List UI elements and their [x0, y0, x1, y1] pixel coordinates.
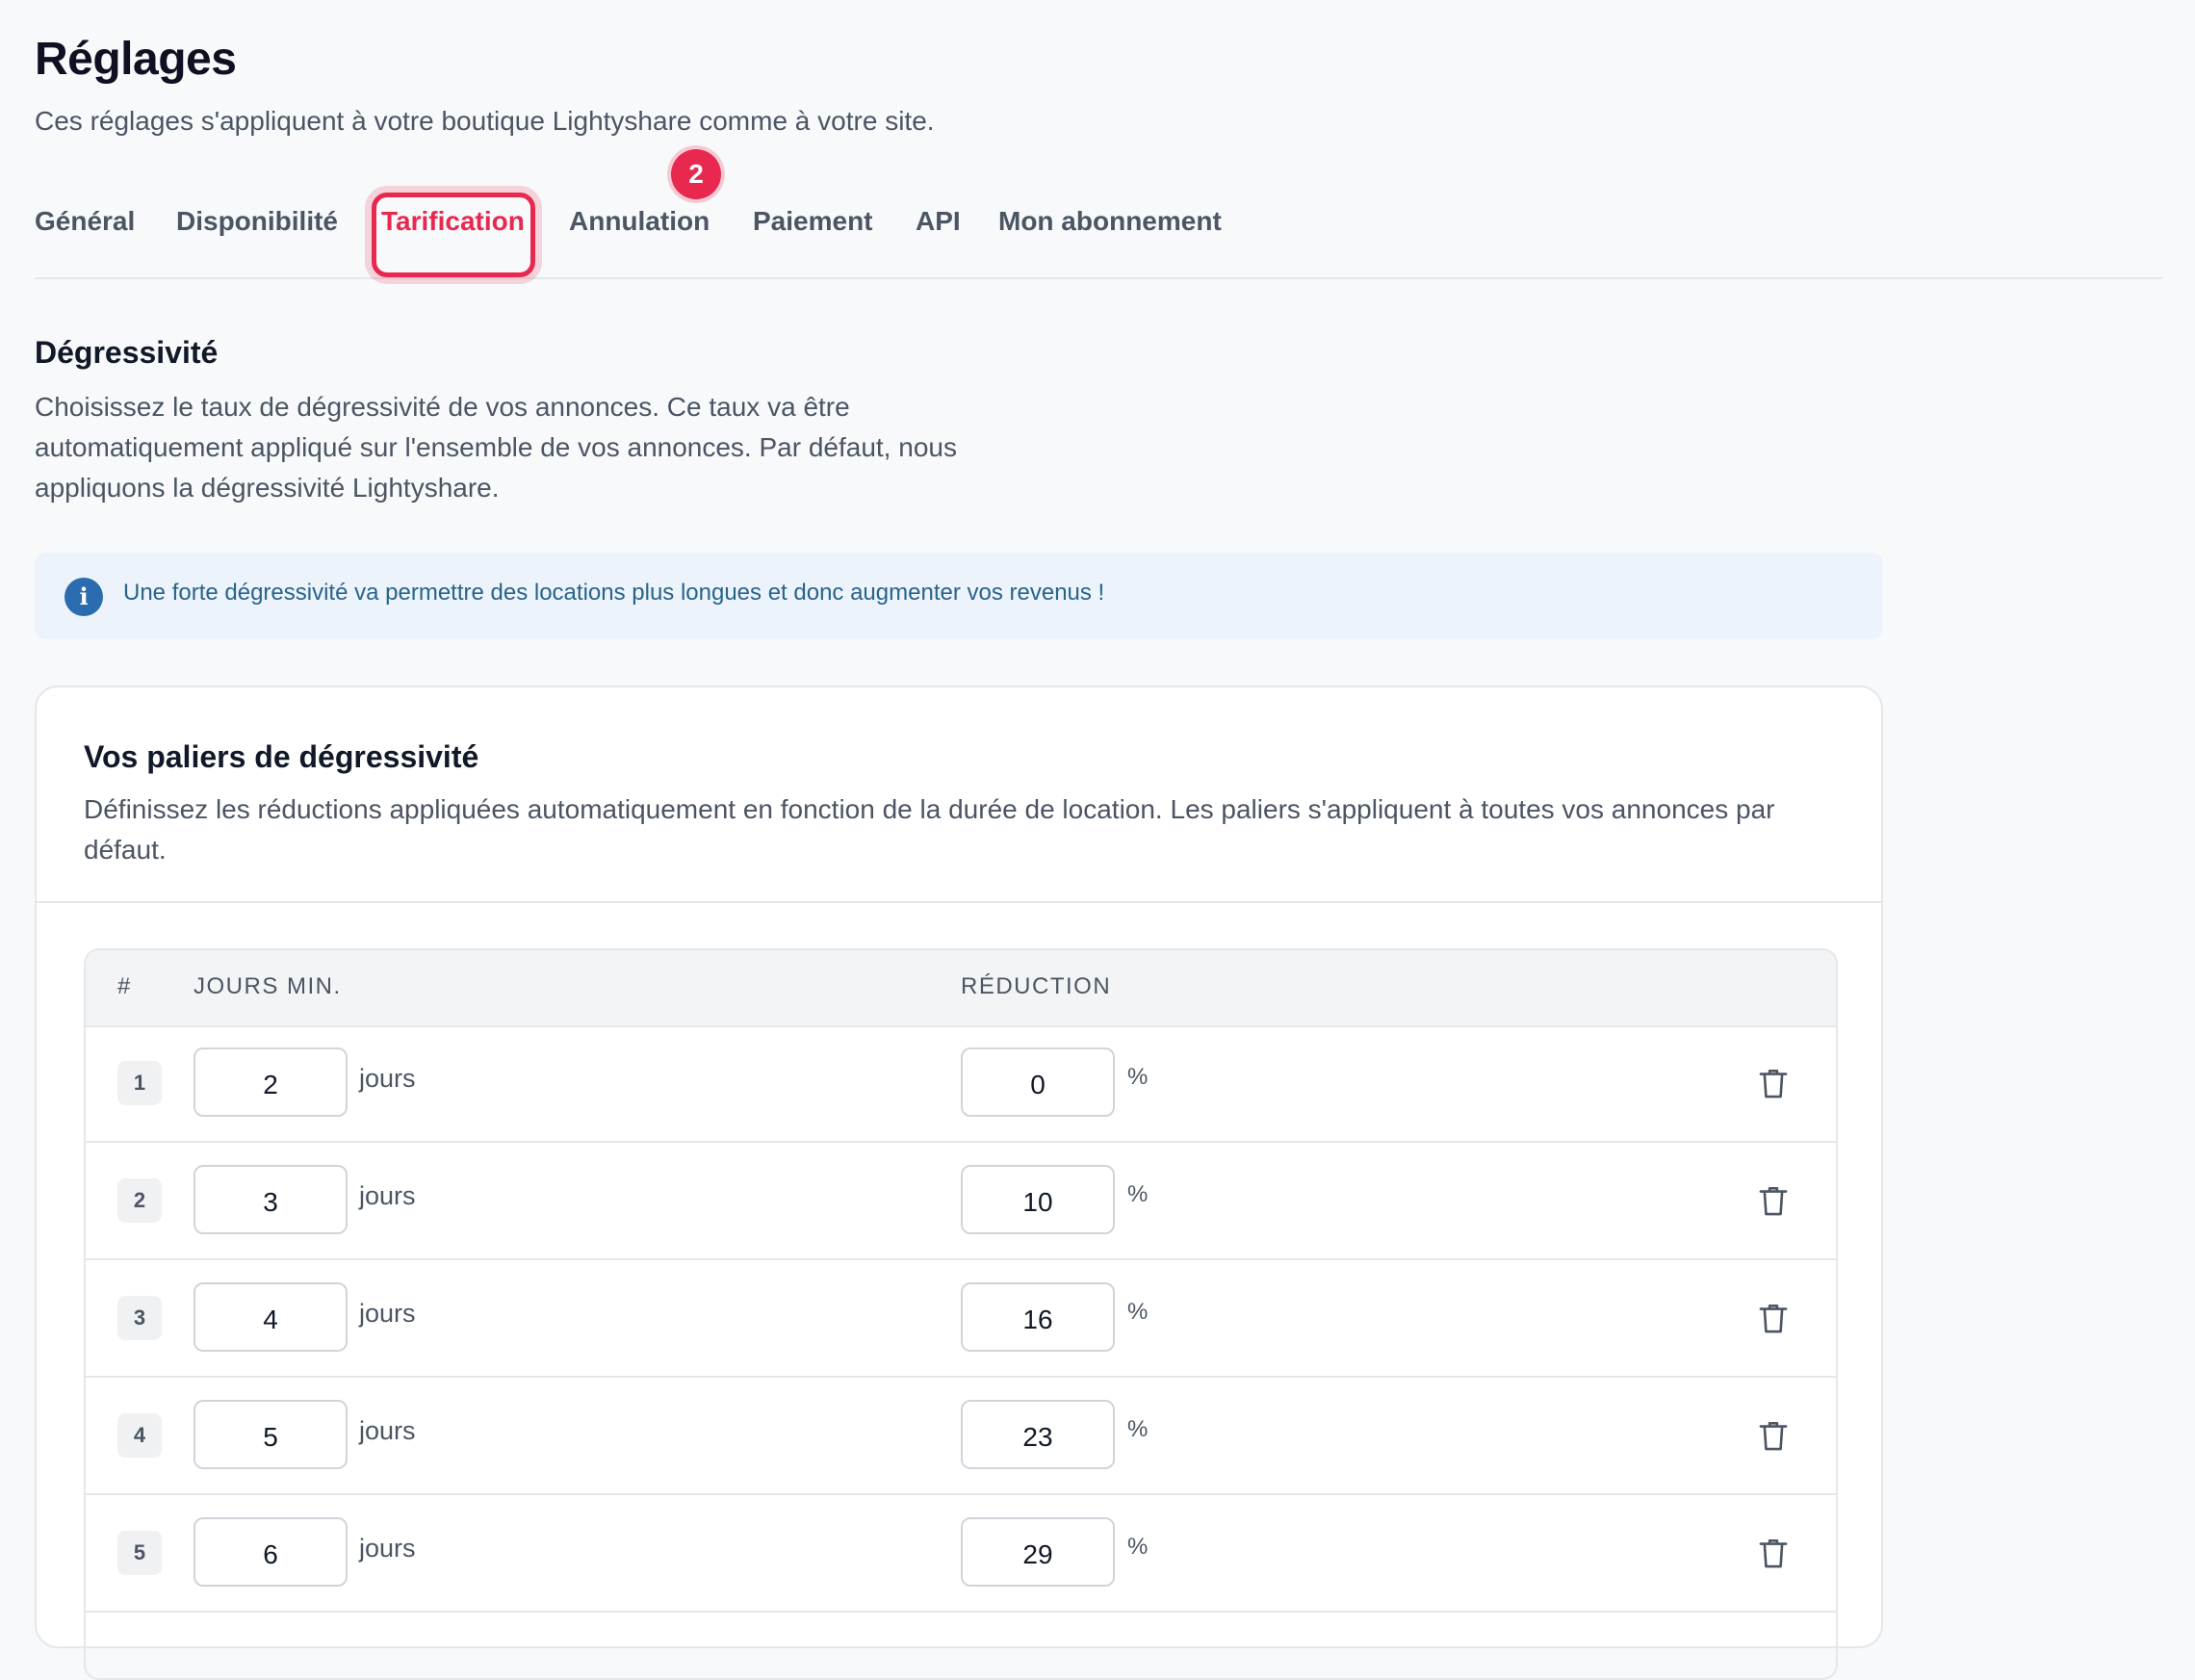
tiers-table: # JOURS MIN. RÉDUCTION 1 jours % 2 jours…: [84, 948, 1838, 1680]
section-title: Dégressivité: [35, 335, 219, 370]
days-unit-label: jours: [359, 1534, 416, 1563]
days-unit-label: jours: [359, 1416, 416, 1445]
tab-api[interactable]: API: [916, 206, 961, 237]
tiers-card-description: Définissez les réductions appliquées aut…: [84, 794, 1775, 865]
trash-icon[interactable]: [1758, 1303, 1789, 1335]
percent-unit-label: %: [1127, 1416, 1149, 1442]
table-row: 1 jours %: [86, 1025, 1836, 1143]
tab-disponibilite[interactable]: Disponibilité: [176, 206, 338, 237]
page-subtitle: Ces réglages s'appliquent à votre boutiq…: [35, 106, 935, 136]
table-row: 4 jours %: [86, 1378, 1836, 1495]
row-number: 4: [117, 1413, 162, 1458]
section-description: Choisissez le taux de dégressivité de vo…: [35, 392, 957, 503]
tiers-card-title: Vos paliers de dégressivité: [84, 739, 479, 774]
days-unit-label: jours: [359, 1181, 416, 1210]
tiers-card: Vos paliers de dégressivité Définissez l…: [35, 685, 1883, 1680]
reduction-input[interactable]: [961, 1165, 1115, 1234]
info-icon: i: [65, 578, 103, 616]
page-title: Réglages: [35, 34, 237, 85]
percent-unit-label: %: [1127, 1534, 1149, 1560]
info-banner: i Une forte dégressivité va permettre de…: [35, 553, 1883, 639]
column-header-num: #: [117, 973, 132, 999]
step-badge: 2: [671, 149, 721, 199]
min-days-input[interactable]: [194, 1282, 348, 1352]
tab-mon-abonnement[interactable]: Mon abonnement: [998, 206, 1222, 237]
table-row: 2 jours %: [86, 1143, 1836, 1260]
table-row: 5 jours %: [86, 1495, 1836, 1613]
trash-icon[interactable]: [1758, 1068, 1789, 1100]
trash-icon[interactable]: [1758, 1185, 1789, 1218]
trash-icon[interactable]: [1758, 1420, 1789, 1453]
min-days-input[interactable]: [194, 1165, 348, 1234]
reduction-input[interactable]: [961, 1400, 1115, 1469]
percent-unit-label: %: [1127, 1181, 1149, 1207]
row-number: 3: [117, 1296, 162, 1340]
reduction-input[interactable]: [961, 1282, 1115, 1352]
row-number: 5: [117, 1531, 162, 1575]
percent-unit-label: %: [1127, 1064, 1149, 1090]
info-text: Une forte dégressivité va permettre des …: [123, 580, 1105, 606]
min-days-input[interactable]: [194, 1400, 348, 1469]
row-number: 1: [117, 1061, 162, 1105]
column-header-reduction: RÉDUCTION: [961, 973, 1112, 999]
min-days-input[interactable]: [194, 1047, 348, 1117]
reduction-input[interactable]: [961, 1517, 1115, 1587]
tab-annulation[interactable]: Annulation: [569, 206, 710, 237]
tab-tarification[interactable]: Tarification: [381, 206, 525, 237]
tab-paiement[interactable]: Paiement: [753, 206, 873, 237]
tiers-table-header: # JOURS MIN. RÉDUCTION: [86, 950, 1836, 1027]
trash-icon[interactable]: [1758, 1538, 1789, 1570]
days-unit-label: jours: [359, 1299, 416, 1328]
reduction-input[interactable]: [961, 1047, 1115, 1117]
table-row: 3 jours %: [86, 1260, 1836, 1378]
percent-unit-label: %: [1127, 1299, 1149, 1325]
days-unit-label: jours: [359, 1064, 416, 1093]
tiers-card-header: Vos paliers de dégressivité Définissez l…: [37, 687, 1881, 903]
row-number: 2: [117, 1178, 162, 1223]
settings-tabs: Général Disponibilité 2 Tarification Ann…: [35, 149, 2162, 279]
min-days-input[interactable]: [194, 1517, 348, 1587]
tab-general[interactable]: Général: [35, 206, 135, 237]
column-header-min-days: JOURS MIN.: [194, 973, 342, 999]
